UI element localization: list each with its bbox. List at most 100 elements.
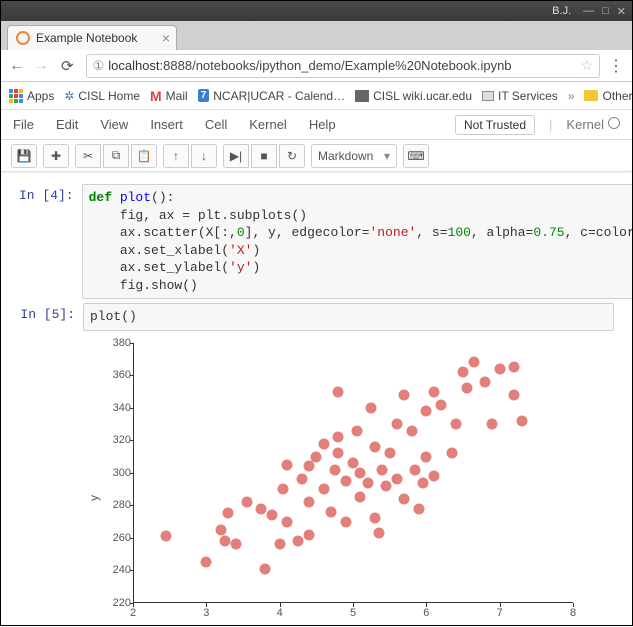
data-point <box>362 477 373 488</box>
arrow-down-icon: ↓ <box>201 149 207 163</box>
code-cell-4[interactable]: In [4]: def plot(): fig, ax = plt.subplo… <box>19 184 614 299</box>
browser-tab[interactable]: Example Notebook × <box>7 25 177 50</box>
menu-insert[interactable]: Insert <box>150 117 183 132</box>
kernel-status-icon <box>608 117 620 129</box>
data-point <box>278 484 289 495</box>
data-point <box>274 539 285 550</box>
copy-icon: ⧉ <box>112 148 121 163</box>
add-cell-button[interactable]: ✚ <box>43 144 69 168</box>
x-tick-label: 7 <box>490 607 510 619</box>
bookmark-cisl-wiki[interactable]: CISL wiki.ucar.edu <box>355 89 472 103</box>
menu-file[interactable]: File <box>13 117 34 132</box>
close-window-icon[interactable]: ✕ <box>617 5 626 18</box>
copy-button[interactable]: ⧉ <box>103 144 129 168</box>
code-content[interactable]: plot() <box>90 308 607 326</box>
user-badge: B.J. <box>552 5 571 17</box>
stop-button[interactable]: ■ <box>251 144 277 168</box>
data-point <box>421 406 432 417</box>
trust-indicator[interactable]: Not Trusted <box>455 115 535 135</box>
data-point <box>428 386 439 397</box>
move-up-button[interactable]: ↑ <box>163 144 189 168</box>
y-tick-label: 360 <box>109 369 131 381</box>
menu-kernel[interactable]: Kernel <box>249 117 287 132</box>
data-point <box>447 448 458 459</box>
code-content[interactable]: def plot(): fig, ax = plt.subplots() ax.… <box>89 189 632 294</box>
data-point <box>516 415 527 426</box>
keyboard-icon: ⌨ <box>407 149 424 163</box>
chrome-menu-icon[interactable]: ⋮ <box>608 56 624 76</box>
bookmark-star-icon[interactable]: ☆ <box>580 57 593 74</box>
data-point <box>414 503 425 514</box>
other-bookmarks[interactable]: Other bookmarks <box>584 89 632 103</box>
plot-area <box>133 343 573 603</box>
input-prompt: In [5]: <box>19 303 83 331</box>
site-info-icon[interactable]: ① <box>93 58 105 74</box>
plus-icon: ✚ <box>51 149 61 163</box>
data-point <box>392 419 403 430</box>
move-down-button[interactable]: ↓ <box>191 144 217 168</box>
notebook-cells-area[interactable]: In [4]: def plot(): fig, ax = plt.subplo… <box>1 172 632 627</box>
data-point <box>399 493 410 504</box>
data-point <box>355 492 366 503</box>
scissors-icon: ✂ <box>83 149 93 163</box>
data-point <box>469 357 480 368</box>
run-button[interactable]: ▶| <box>223 144 249 168</box>
save-icon: 💾 <box>17 149 32 163</box>
data-point <box>480 376 491 387</box>
apps-shortcut[interactable]: Apps <box>9 89 54 103</box>
y-tick-label: 300 <box>109 467 131 479</box>
x-tick-label: 6 <box>416 607 436 619</box>
save-button[interactable]: 💾 <box>11 144 37 168</box>
menu-cell[interactable]: Cell <box>205 117 227 132</box>
data-point <box>450 419 461 430</box>
output-prompt <box>19 335 83 627</box>
data-point <box>421 451 432 462</box>
data-point <box>370 441 381 452</box>
code-cell-5[interactable]: In [5]: plot() <box>19 303 614 331</box>
minimize-icon[interactable]: — <box>583 5 594 18</box>
y-axis-label: y <box>87 495 101 501</box>
bookmark-cisl-home[interactable]: ✲CISL Home <box>64 89 140 103</box>
data-point <box>333 386 344 397</box>
paste-button[interactable]: 📋 <box>131 144 157 168</box>
data-point <box>333 432 344 443</box>
scatter-plot: X y 2202402602803003203403603802345678 <box>83 335 585 627</box>
cell-type-select[interactable]: Markdown <box>311 144 397 168</box>
window-chrome-top: B.J. — □ ✕ <box>1 1 632 21</box>
data-point <box>304 529 315 540</box>
gear-icon: ✲ <box>64 89 74 103</box>
notebook-menubar: File Edit View Insert Cell Kernel Help N… <box>1 110 632 140</box>
data-point <box>340 475 351 486</box>
close-tab-icon[interactable]: × <box>162 30 170 46</box>
y-tick-label: 340 <box>109 402 131 414</box>
cut-button[interactable]: ✂ <box>75 144 101 168</box>
menu-edit[interactable]: Edit <box>56 117 78 132</box>
maximize-icon[interactable]: □ <box>602 5 609 18</box>
data-point <box>428 471 439 482</box>
reload-icon[interactable]: ⟳ <box>61 57 74 75</box>
menu-view[interactable]: View <box>100 117 128 132</box>
bookmark-it-services[interactable]: IT Services <box>482 89 558 103</box>
bookmarks-overflow-icon[interactable]: » <box>568 89 575 103</box>
data-point <box>461 383 472 394</box>
data-point <box>366 402 377 413</box>
data-point <box>340 516 351 527</box>
command-palette-button[interactable]: ⌨ <box>403 144 429 168</box>
x-tick-label: 2 <box>123 607 143 619</box>
stop-icon: ■ <box>260 149 267 163</box>
kernel-menu[interactable]: Kernel <box>566 117 620 132</box>
data-point <box>318 484 329 495</box>
y-tick-label: 280 <box>109 499 131 511</box>
data-point <box>219 536 230 547</box>
url-input[interactable]: ① localhost :8888 /notebooks/ipython_dem… <box>86 54 600 78</box>
data-point <box>293 536 304 547</box>
y-tick-label: 240 <box>109 564 131 576</box>
bookmark-ncar[interactable]: 7NCAR|UCAR - Calend… <box>198 89 345 103</box>
bookmark-mail[interactable]: MMail <box>150 88 188 104</box>
menu-help[interactable]: Help <box>309 117 336 132</box>
data-point <box>410 464 421 475</box>
x-tick-label: 4 <box>270 607 290 619</box>
restart-button[interactable]: ↻ <box>279 144 305 168</box>
back-icon[interactable]: ← <box>9 57 25 75</box>
output-cell-5: X y 2202402602803003203403603802345678 <box>19 335 614 627</box>
